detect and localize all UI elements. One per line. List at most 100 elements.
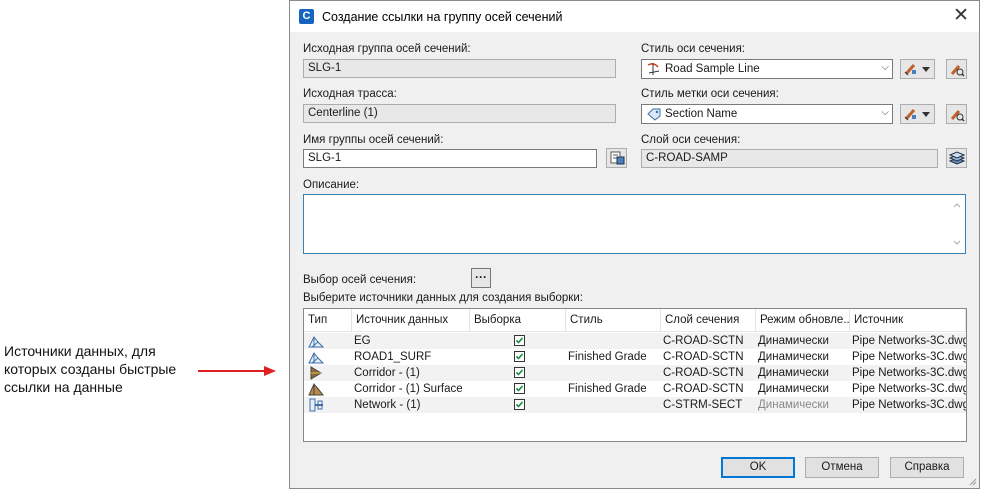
sample-select-label: Выбор осей сечения: [303,274,417,286]
description-label: Описание: [303,179,360,191]
surface-icon [308,352,324,364]
cell-layer: C-ROAD-SCTN [663,351,744,363]
column-header-update[interactable]: Режим обновле... [756,309,850,331]
name-template-icon [610,151,625,165]
layer-label: Слой оси сечения: [641,134,741,146]
data-sources-table: Тип Источник данных Выборка Стиль Слой с… [303,308,967,442]
table-row[interactable]: EG C-ROAD-SCTN Динамически Pipe Networks… [304,333,966,349]
cell-update: Динамически [758,383,829,395]
column-header-style[interactable]: Стиль [566,309,661,331]
sample-line-style-edit-button[interactable] [900,59,935,79]
cell-source: Corridor - (1) [354,367,420,379]
table-row[interactable]: ROAD1_SURF Finished Grade C-ROAD-SCTN Ди… [304,349,966,365]
table-row[interactable]: Network - (1) C-STRM-SECT Динамически Pi… [304,397,966,413]
label-style-edit-button[interactable] [900,104,935,124]
sample-checkbox[interactable] [514,351,525,362]
check-icon [515,337,524,344]
dialog-title: Создание ссылки на группу осей сечений [322,10,563,24]
cell-source: ROAD1_SURF [354,351,432,363]
style-edit-icon [904,64,930,76]
civil3d-app-icon: C [299,9,314,24]
dialog-window: C Создание ссылки на группу осей сечений… [289,0,980,489]
source-group-field: SLG-1 [303,59,616,78]
resize-grip-icon[interactable] [967,476,977,486]
check-icon [515,401,524,408]
sample-checkbox[interactable] [514,399,525,410]
check-icon [515,353,524,360]
label-style-combo[interactable]: Section Name ⌵ [641,104,893,124]
sample-line-style-label: Стиль оси сечения: [641,43,746,55]
cell-style: Finished Grade [568,351,647,363]
table-row[interactable]: Corridor - (1) Surface Finished Grade C-… [304,381,966,397]
cell-style [566,365,661,381]
group-name-label: Имя группы осей сечений: [303,134,444,146]
check-icon [515,385,524,392]
name-template-button[interactable] [606,148,627,168]
cell-style: Finished Grade [568,383,647,395]
cell-update: Динамически [758,367,829,379]
cell-origin: Pipe Networks-3C.dwg [852,399,966,411]
style-pick-icon [950,65,965,77]
annotation-text: Источники данных, для которых созданы бы… [4,343,177,395]
cell-layer: C-STRM-SECT [663,399,743,411]
cancel-button[interactable]: Отмена [805,457,879,478]
cell-origin: Pipe Networks-3C.dwg [852,335,966,347]
corridor-icon [310,366,322,380]
cell-update: Динамически [758,399,829,411]
description-scrollbar[interactable] [949,195,965,253]
label-style-value: Section Name [665,108,738,120]
label-style-label: Стиль метки оси сечения: [641,88,779,100]
ok-button[interactable]: OK [721,457,795,478]
table-header: Тип Источник данных Выборка Стиль Слой с… [304,309,966,332]
source-alignment-label: Исходная трасса: [303,88,397,100]
cell-update: Динамически [758,335,829,347]
column-header-layer[interactable]: Слой сечения [661,309,756,331]
group-name-input[interactable]: SLG-1 [303,149,597,168]
layer-select-button[interactable] [946,148,967,168]
sample-checkbox[interactable] [514,367,525,378]
style-pick-icon [950,110,965,122]
cell-layer: C-ROAD-SCTN [663,335,744,347]
cell-origin: Pipe Networks-3C.dwg [852,351,966,363]
cell-origin: Pipe Networks-3C.dwg [852,367,966,379]
cell-layer: C-ROAD-SCTN [663,383,744,395]
close-icon[interactable]: ✕ [953,6,969,25]
pipe-network-icon [309,398,323,412]
cell-layer: C-ROAD-SCTN [663,367,744,379]
cell-style [566,333,661,349]
cell-update: Динамически [758,351,829,363]
sample-line-style-combo[interactable]: Road Sample Line ⌵ [641,59,893,79]
source-alignment-field: Centerline (1) [303,104,616,123]
table-row[interactable]: Corridor - (1) C-ROAD-SCTN Динамически P… [304,365,966,381]
cell-origin: Pipe Networks-3C.dwg [852,383,966,395]
description-input[interactable] [303,194,966,254]
layer-field: C-ROAD-SAMP [641,149,938,168]
chevron-down-icon: ⌵ [881,107,889,118]
source-group-label: Исходная группа осей сечений: [303,43,471,55]
sample-line-style-icon [647,63,660,75]
cell-source: Corridor - (1) Surface [354,383,463,395]
chevron-down-icon: ⌵ [881,62,889,73]
column-header-source[interactable]: Источник данных [352,309,470,331]
sample-select-button[interactable]: ··· [471,268,491,288]
column-header-origin[interactable]: Источник [850,309,966,331]
cell-source: Network - (1) [354,399,421,411]
surface-icon [308,336,324,348]
style-edit-icon [904,109,930,121]
help-button[interactable]: Справка [890,457,964,478]
sample-checkbox[interactable] [514,383,525,394]
cell-style [566,397,661,413]
corridor-surface-icon [308,383,324,396]
label-style-pick-button[interactable] [946,104,967,124]
sample-checkbox[interactable] [514,335,525,346]
sample-line-style-value: Road Sample Line [665,63,760,75]
layers-icon [949,151,965,165]
sample-line-style-pick-button[interactable] [946,59,967,79]
title-bar: C Создание ссылки на группу осей сечений… [290,1,979,32]
sources-label: Выберите источники данных для создания в… [303,292,583,304]
annotation-arrow [198,366,276,376]
cell-source: EG [354,335,371,347]
check-icon [515,369,524,376]
column-header-sample[interactable]: Выборка [470,309,566,331]
column-header-type[interactable]: Тип [304,309,352,331]
